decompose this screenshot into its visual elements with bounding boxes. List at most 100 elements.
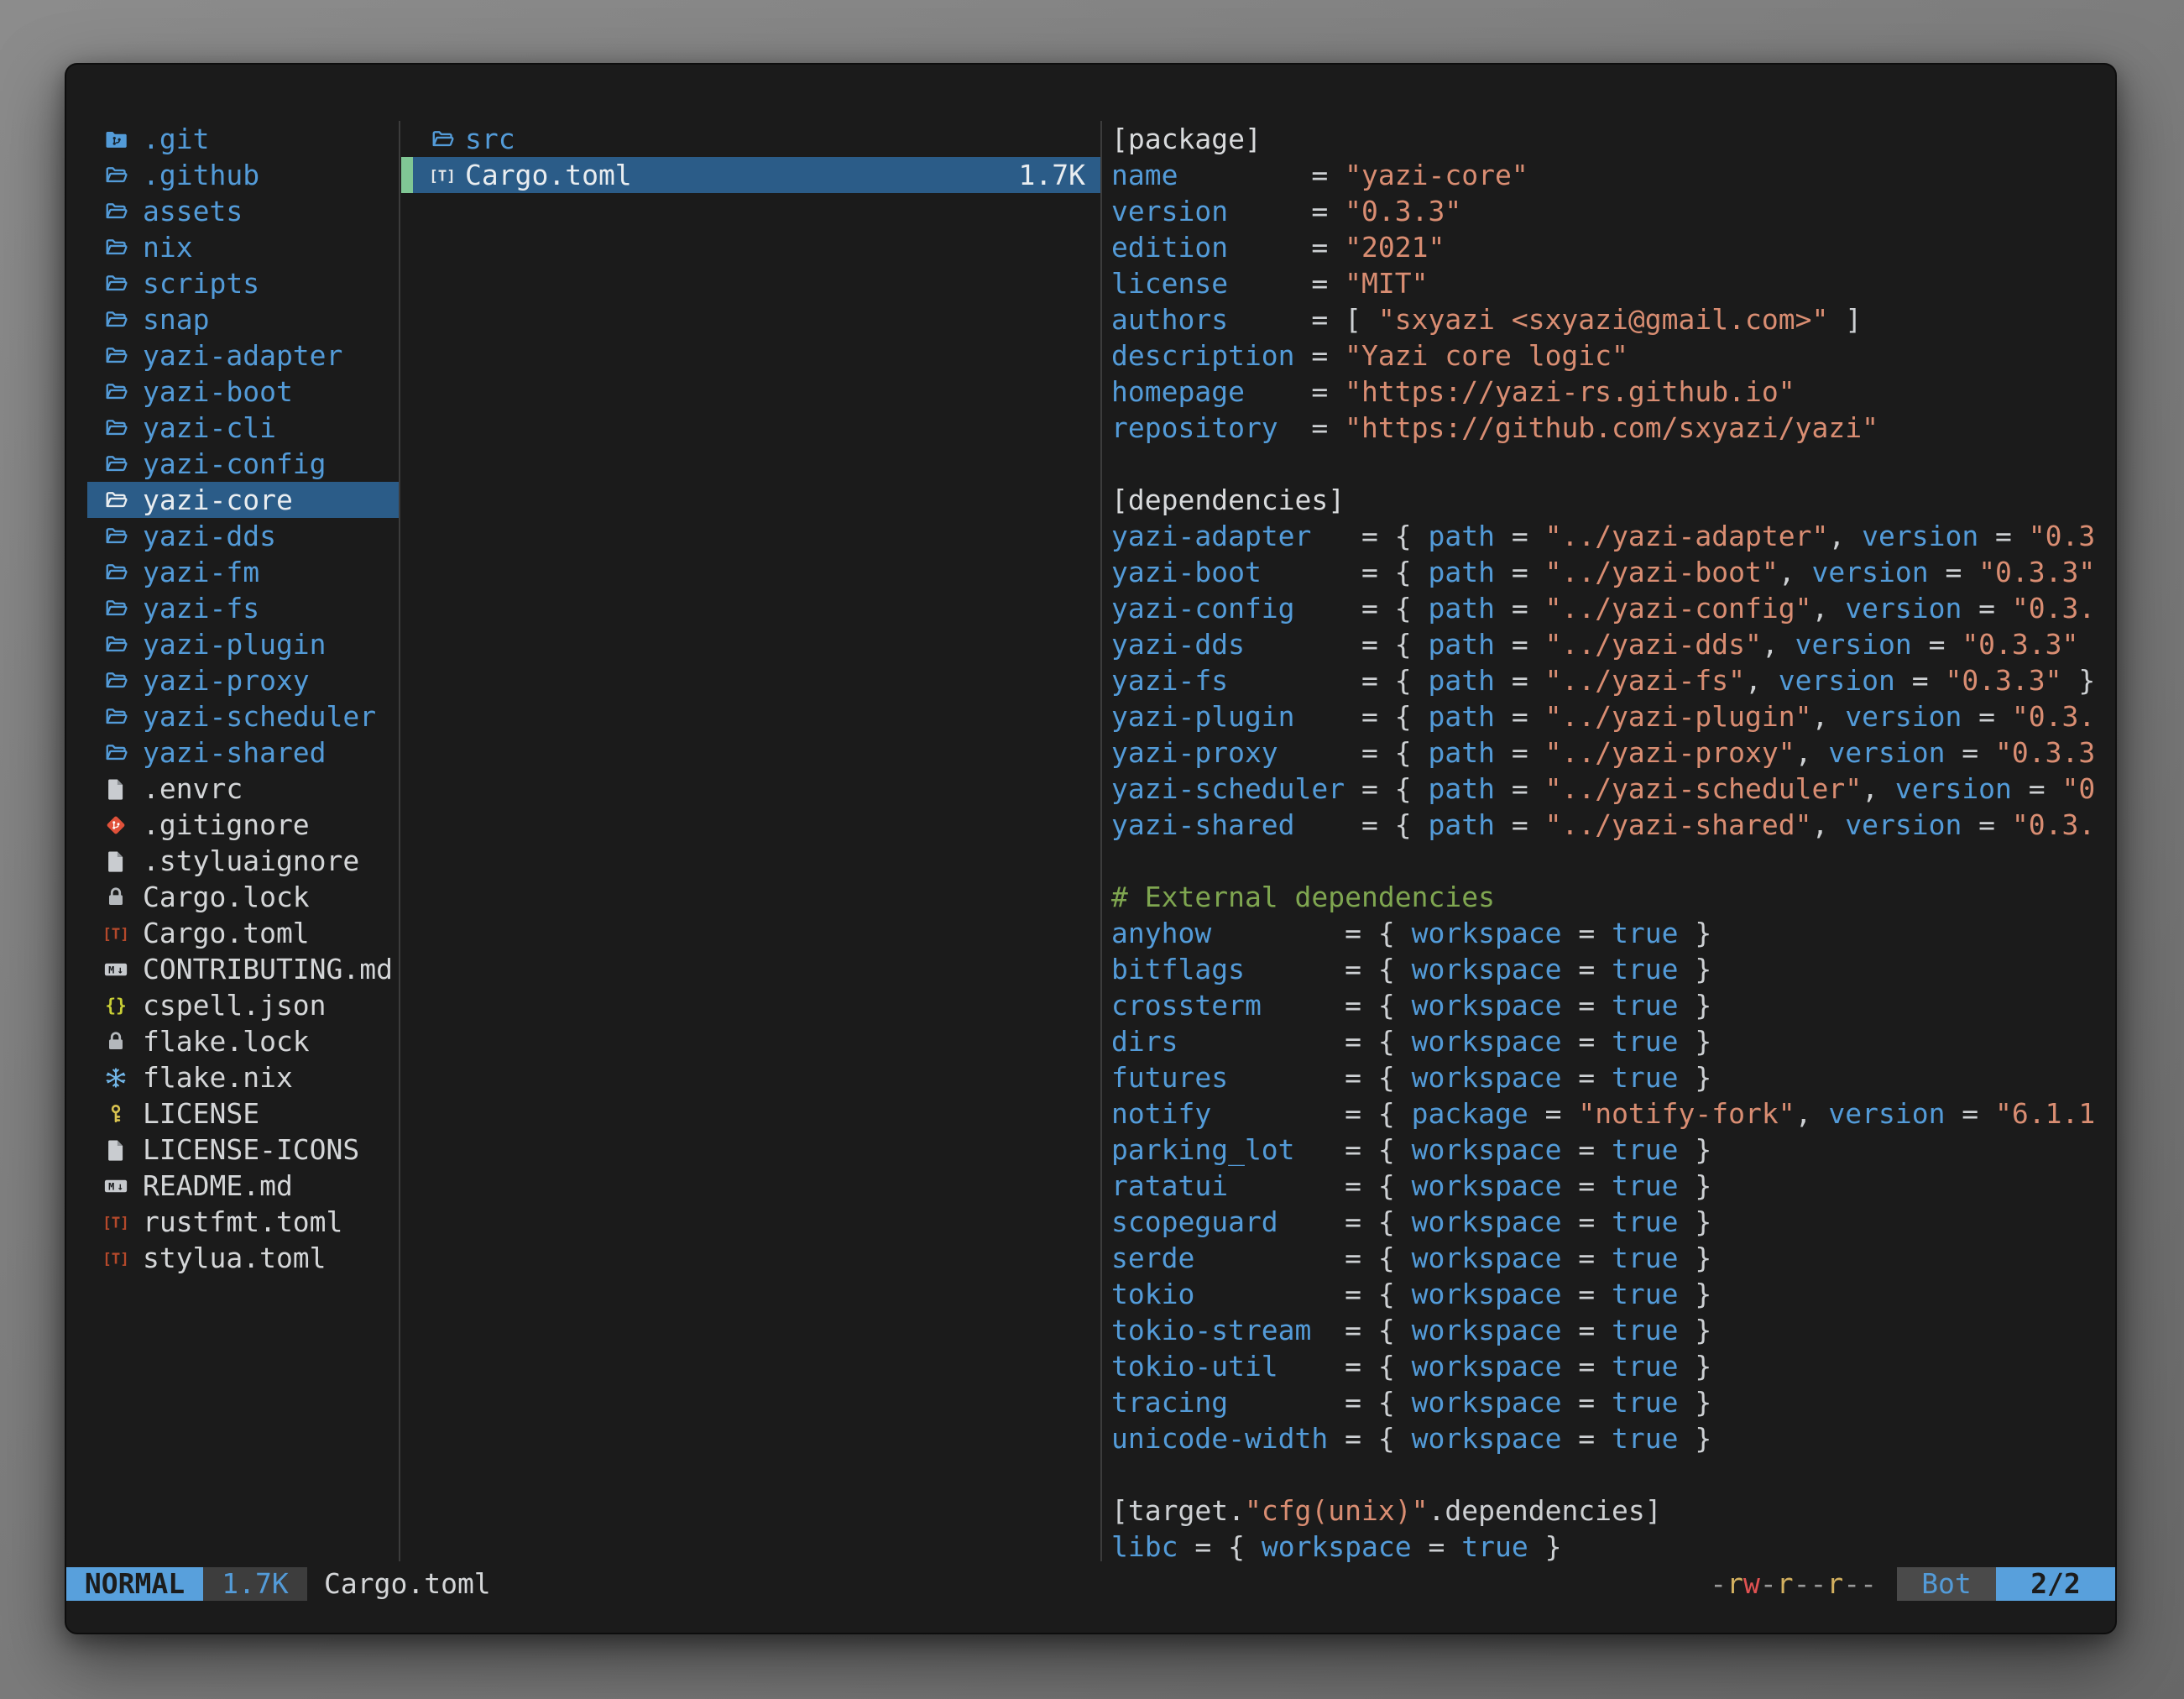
file-row[interactable]: [T] rustfmt.toml xyxy=(87,1204,399,1240)
folder-row[interactable]: yazi-fm xyxy=(87,554,399,590)
entry-label: .envrc xyxy=(143,771,243,807)
entry-label: yazi-adapter xyxy=(143,337,342,374)
preview-line: version = "0.3.3" xyxy=(1111,193,2117,229)
entry-label: LICENSE xyxy=(143,1095,259,1132)
svg-text:[T]: [T] xyxy=(430,168,455,185)
file-row[interactable]: [T]Cargo.toml xyxy=(87,915,399,951)
entry-label: .github xyxy=(143,157,259,193)
key-icon xyxy=(103,1101,128,1127)
pane-divider-left xyxy=(399,121,400,1561)
toml-icon: [T] xyxy=(103,1246,128,1271)
preview-line: tokio-stream = { workspace = true } xyxy=(1111,1312,2117,1348)
entry-label: CONTRIBUTING.md xyxy=(143,951,393,987)
folder-row[interactable]: yazi-core xyxy=(87,482,399,518)
entry-label: yazi-proxy xyxy=(143,662,310,698)
entry-label: .styluaignore xyxy=(143,843,359,879)
folder-row[interactable]: yazi-config xyxy=(87,446,399,482)
folder-row[interactable]: yazi-plugin xyxy=(87,626,399,662)
svg-text:↓: ↓ xyxy=(117,963,123,975)
file-counter: 2/2 xyxy=(1996,1567,2115,1601)
folder-row[interactable]: yazi-boot xyxy=(87,374,399,410)
preview-line: anyhow = { workspace = true } xyxy=(1111,915,2117,951)
folder-icon xyxy=(103,199,128,224)
file-row[interactable]: .styluaignore xyxy=(87,843,399,879)
folder-row[interactable]: yazi-scheduler xyxy=(87,698,399,734)
folder-row[interactable]: .git xyxy=(87,121,399,157)
nix-icon xyxy=(103,1065,128,1090)
file-row[interactable]: flake.nix xyxy=(87,1059,399,1095)
terminal-window: .git .github assets nix scripts snap yaz… xyxy=(65,63,2117,1634)
svg-text:M: M xyxy=(108,964,114,975)
folder-row[interactable]: snap xyxy=(87,301,399,337)
preview-line: name = "yazi-core" xyxy=(1111,157,2117,193)
file-permissions: -rw-r--r-- xyxy=(1710,1567,1877,1601)
file-preview-pane[interactable]: [package]name = "yazi-core"version = "0.… xyxy=(1111,121,2117,1566)
folder-row[interactable]: yazi-cli xyxy=(87,410,399,446)
entry-label: rustfmt.toml xyxy=(143,1204,342,1240)
folder-row[interactable]: yazi-fs xyxy=(87,590,399,626)
preview-line: [dependencies] xyxy=(1111,482,2117,518)
preview-line: bitflags = { workspace = true } xyxy=(1111,951,2117,987)
folder-icon xyxy=(103,704,128,729)
file-size-indicator: 1.7K xyxy=(203,1567,307,1601)
file-row[interactable]: [T] stylua.toml xyxy=(87,1240,399,1276)
folder-icon xyxy=(103,307,128,332)
doc-icon xyxy=(103,776,128,802)
file-row[interactable]: .envrc xyxy=(87,771,399,807)
entry-label: Cargo.lock xyxy=(143,879,310,915)
folder-row[interactable]: scripts xyxy=(87,265,399,301)
doc-icon xyxy=(103,849,128,874)
entry-label: Cargo.toml xyxy=(465,157,632,193)
entry-label: nix xyxy=(143,229,193,265)
preview-line: tokio-util = { workspace = true } xyxy=(1111,1348,2117,1384)
folder-row[interactable]: nix xyxy=(87,229,399,265)
pane-divider-right xyxy=(1100,121,1102,1561)
entry-label: yazi-shared xyxy=(143,734,327,771)
folder-row[interactable]: yazi-dds xyxy=(87,518,399,554)
file-row[interactable]: .gitignore xyxy=(87,807,399,843)
folder-icon xyxy=(103,379,128,405)
entry-label: flake.nix xyxy=(143,1059,293,1095)
selection-marker xyxy=(401,157,413,193)
file-row[interactable]: LICENSE-ICONS xyxy=(87,1132,399,1168)
preview-line: yazi-dds = { path = "../yazi-dds", versi… xyxy=(1111,626,2117,662)
folder-row[interactable]: yazi-proxy xyxy=(87,662,399,698)
preview-line: yazi-adapter = { path = "../yazi-adapter… xyxy=(1111,518,2117,554)
file-row[interactable]: [T]Cargo.toml1.7K xyxy=(401,157,1100,193)
entry-label: .git xyxy=(143,121,209,157)
folder-icon xyxy=(103,343,128,369)
file-row[interactable]: LICENSE xyxy=(87,1095,399,1132)
file-row[interactable]: flake.lock xyxy=(87,1023,399,1059)
folder-icon xyxy=(103,560,128,585)
preview-line: yazi-config = { path = "../yazi-config",… xyxy=(1111,590,2117,626)
file-row[interactable]: M ↓ CONTRIBUTING.md xyxy=(87,951,399,987)
folder-icon xyxy=(103,235,128,260)
preview-line: description = "Yazi core logic" xyxy=(1111,337,2117,374)
folder-row[interactable]: yazi-adapter xyxy=(87,337,399,374)
svg-text:[T]: [T] xyxy=(103,1215,128,1231)
entry-label: yazi-plugin xyxy=(143,626,327,662)
preview-line: yazi-scheduler = { path = "../yazi-sched… xyxy=(1111,771,2117,807)
preview-line xyxy=(1111,843,2117,879)
folder-row[interactable]: yazi-shared xyxy=(87,734,399,771)
folder-row[interactable]: assets xyxy=(87,193,399,229)
status-filename: Cargo.toml xyxy=(324,1567,491,1601)
entry-label: yazi-scheduler xyxy=(143,698,376,734)
entry-label: yazi-cli xyxy=(143,410,276,446)
folder-icon xyxy=(103,524,128,549)
preview-line: serde = { workspace = true } xyxy=(1111,1240,2117,1276)
preview-line: crossterm = { workspace = true } xyxy=(1111,987,2117,1023)
folder-row[interactable]: src xyxy=(401,121,1100,157)
preview-line: tracing = { workspace = true } xyxy=(1111,1384,2117,1420)
file-row[interactable]: M ↓README.md xyxy=(87,1168,399,1204)
folder-row[interactable]: .github xyxy=(87,157,399,193)
file-row[interactable]: {}cspell.json xyxy=(87,987,399,1023)
entry-label: stylua.toml xyxy=(143,1240,327,1276)
preview-line: ratatui = { workspace = true } xyxy=(1111,1168,2117,1204)
entry-label: yazi-fs xyxy=(143,590,259,626)
svg-text:[T]: [T] xyxy=(103,926,128,943)
preview-line: license = "MIT" xyxy=(1111,265,2117,301)
entry-label: LICENSE-ICONS xyxy=(143,1132,359,1168)
entry-label: yazi-fm xyxy=(143,554,259,590)
file-row[interactable]: Cargo.lock xyxy=(87,879,399,915)
